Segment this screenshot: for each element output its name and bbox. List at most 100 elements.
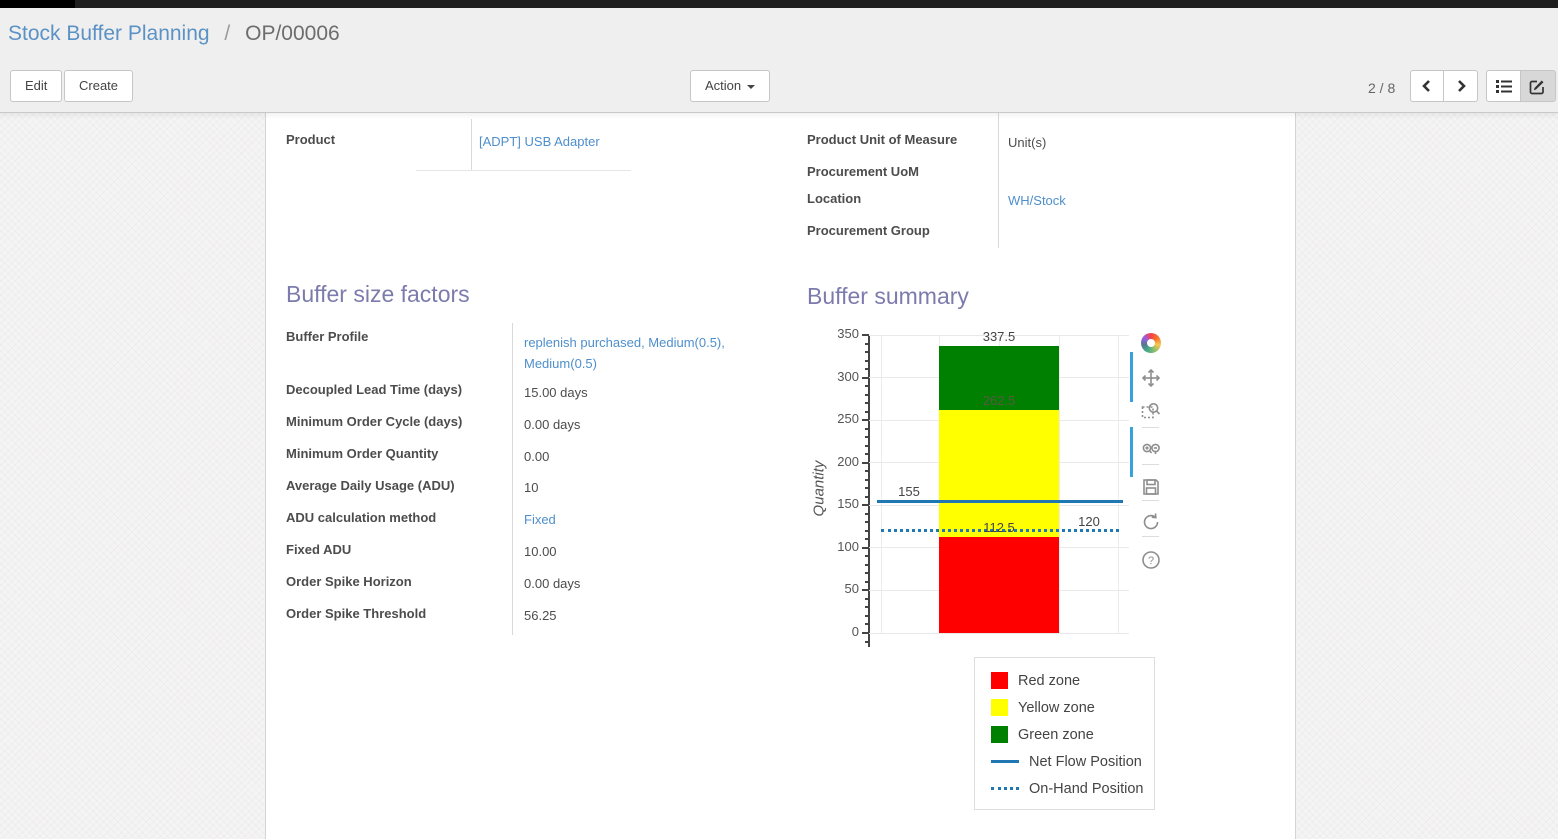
bar-segment-yellow-zone (939, 410, 1059, 538)
action-dropdown-button[interactable]: Action (690, 70, 770, 102)
legend-item-green-zone[interactable]: Green zone (975, 721, 1154, 748)
y-axis-minor-tick (865, 470, 869, 472)
reset-axes-icon[interactable] (1141, 512, 1161, 532)
field-value-fixed-adu: 10.00 (524, 544, 557, 559)
modebar-separator (1142, 536, 1159, 537)
field-value-adu: 10 (524, 480, 538, 495)
y-axis-minor-tick (865, 513, 869, 515)
field-value-product-link[interactable]: [ADPT] USB Adapter (479, 134, 600, 149)
y-axis-minor-tick (865, 453, 869, 455)
zoom-in-out-icon[interactable] (1141, 440, 1161, 460)
previous-record-button[interactable] (1410, 70, 1444, 102)
y-axis-minor-tick (865, 487, 869, 489)
list-view-icon (1495, 78, 1513, 94)
chevron-left-icon (1420, 78, 1434, 94)
field-value-location-link[interactable]: WH/Stock (1008, 193, 1066, 208)
legend-item-red-zone[interactable]: Red zone (975, 667, 1154, 694)
y-axis-major-tick (862, 504, 869, 506)
y-axis-major-tick (862, 589, 869, 591)
field-label-decoupled-lead-time: Decoupled Lead Time (days) (286, 382, 462, 397)
create-button[interactable]: Create (64, 70, 133, 102)
y-axis-minor-tick (865, 394, 869, 396)
net-flow-position-line (877, 500, 1123, 503)
field-label-adu: Average Daily Usage (ADU) (286, 478, 455, 493)
save-icon[interactable] (1141, 477, 1161, 497)
edit-button[interactable]: Edit (10, 70, 62, 102)
chart-annotation: 120 (1059, 514, 1119, 529)
net-flow-line-swatch-icon (991, 760, 1019, 763)
form-view-button[interactable] (1521, 70, 1556, 102)
field-separator (512, 323, 513, 635)
list-view-button[interactable] (1486, 70, 1521, 102)
legend-item-yellow-zone[interactable]: Yellow zone (975, 694, 1154, 721)
field-label-buffer-profile: Buffer Profile (286, 329, 506, 344)
value-number: 15.00 (524, 385, 557, 400)
chart-annotation: 262.5 (969, 393, 1029, 408)
caret-down-icon (747, 85, 755, 89)
modebar-active-indicator (1130, 427, 1133, 477)
y-axis-major-tick (862, 419, 869, 421)
y-tick-label: 50 (811, 581, 859, 596)
field-label-location: Location (807, 191, 861, 206)
legend-item-net-flow-position[interactable]: Net Flow Position (975, 748, 1154, 775)
modebar-separator (1142, 500, 1159, 501)
field-label-product-uom: Product Unit of Measure (807, 132, 957, 147)
field-value-product-uom: Unit(s) (1008, 135, 1046, 150)
breadcrumb-current: OP/00006 (245, 22, 340, 45)
field-value-adu-method-link[interactable]: Fixed (524, 512, 556, 527)
help-icon[interactable]: ? (1141, 550, 1161, 570)
plotly-logo-icon[interactable] (1141, 333, 1161, 353)
section-title-buffer-summary: Buffer summary (807, 283, 969, 309)
field-value-buffer-profile-link[interactable]: replenish purchased, Medium(0.5), Medium… (524, 332, 776, 374)
field-value-order-spike-threshold: 56.25 (524, 608, 557, 623)
chart-annotation: 155 (879, 484, 939, 499)
legend-label: Yellow zone (1018, 700, 1095, 716)
next-record-button[interactable] (1444, 70, 1478, 102)
pager-count[interactable]: 2 / 8 (1368, 80, 1395, 96)
top-window-bar-segment (0, 0, 75, 8)
field-value-order-spike-horizon: 0.00 days (524, 576, 580, 591)
field-separator (471, 119, 472, 171)
y-axis-minor-tick (865, 351, 869, 353)
value-unit: days (553, 576, 580, 591)
legend-item-on-hand-position[interactable]: On-Hand Position (975, 775, 1154, 802)
field-value-min-order-quantity: 0.00 (524, 449, 549, 464)
y-axis-minor-tick (865, 402, 869, 404)
y-axis-minor-tick (865, 530, 869, 532)
y-tick-label: 200 (811, 454, 859, 469)
svg-text:?: ? (1148, 555, 1154, 567)
on-hand-dotted-swatch-icon (991, 787, 1019, 790)
breadcrumb-parent-link[interactable]: Stock Buffer Planning (8, 22, 210, 45)
chevron-right-icon (1454, 78, 1468, 94)
y-axis-minor-tick (865, 555, 869, 557)
content-background: Product [ADPT] USB Adapter Product Unit … (0, 113, 1558, 839)
y-axis-major-tick (862, 547, 869, 549)
bar-segment-red-zone (939, 537, 1059, 633)
chart-plot-area[interactable]: 337.5262.5112.5155120 (869, 335, 1129, 633)
legend-label: Green zone (1018, 727, 1094, 743)
chart-annotation: 337.5 (969, 329, 1029, 344)
box-zoom-icon[interactable] (1141, 401, 1161, 421)
pan-icon[interactable] (1141, 368, 1161, 388)
control-panel: Stock Buffer Planning / OP/00006 Edit Cr… (0, 8, 1558, 113)
y-tick-label: 300 (811, 369, 859, 384)
pager-buttons (1410, 70, 1478, 102)
y-axis-minor-tick (865, 445, 869, 447)
legend-label: Net Flow Position (1029, 754, 1142, 770)
field-label-procurement-uom: Procurement UoM (807, 164, 919, 179)
y-axis-minor-tick (865, 360, 869, 362)
y-axis-minor-tick (865, 598, 869, 600)
modebar-separator (1142, 427, 1159, 428)
y-tick-label: 150 (811, 496, 859, 511)
y-axis-major-tick (862, 462, 869, 464)
gridline-vertical (1059, 335, 1060, 633)
y-axis-minor-tick (865, 343, 869, 345)
y-tick-label: 100 (811, 539, 859, 554)
y-axis-minor-tick (865, 606, 869, 608)
legend-label: Red zone (1018, 673, 1080, 689)
form-view-icon (1529, 78, 1547, 95)
y-tick-label: 250 (811, 411, 859, 426)
modebar-active-indicator (1130, 352, 1133, 402)
y-tick-label: 350 (811, 326, 859, 341)
section-title-buffer-size-factors: Buffer size factors (286, 281, 470, 307)
